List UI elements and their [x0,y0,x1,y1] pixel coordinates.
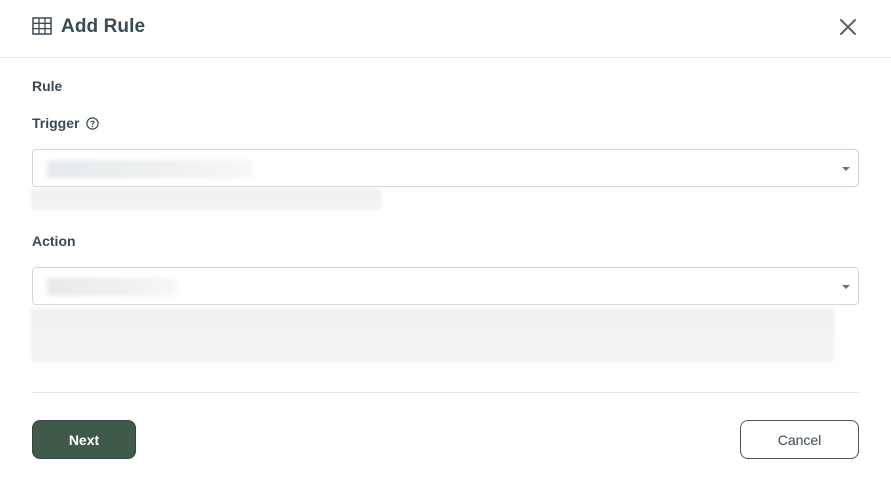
action-select[interactable] [32,267,859,305]
trigger-label: Trigger [32,115,80,131]
chevron-down-icon [842,285,850,289]
rule-section-label: Rule [32,78,63,94]
help-circle-icon[interactable] [86,117,99,130]
next-button[interactable]: Next [32,420,136,459]
chevron-down-icon [842,167,850,171]
close-icon[interactable] [836,15,860,39]
footer-divider [32,392,859,393]
add-rule-dialog: Add Rule Rule Trigger Action Next Cancel [0,0,891,484]
action-label: Action [32,233,76,249]
table-icon [32,17,52,35]
dialog-header: Add Rule [0,0,891,58]
cancel-button[interactable]: Cancel [740,420,859,459]
dialog-title: Add Rule [61,16,146,37]
action-description [31,308,834,362]
trigger-select[interactable] [32,149,859,187]
trigger-description [31,189,382,210]
trigger-selected-value [47,160,252,178]
action-selected-value [47,278,177,296]
